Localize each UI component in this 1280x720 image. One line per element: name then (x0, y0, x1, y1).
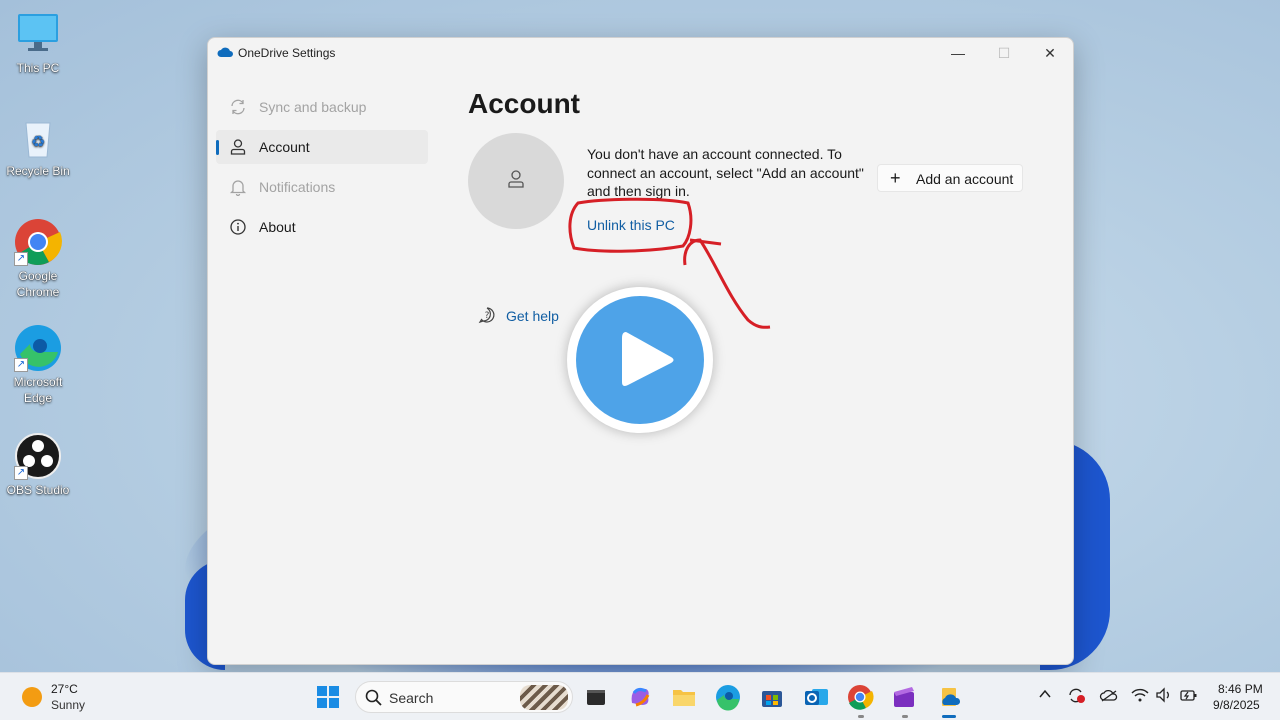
info-icon (230, 219, 246, 235)
plus-icon: + (890, 168, 901, 188)
page-title: Account (468, 88, 580, 119)
chevron-up-icon[interactable] (1038, 687, 1052, 704)
clock-time[interactable]: 8:46 PM (1218, 682, 1263, 696)
onedrive-icon[interactable] (936, 683, 964, 711)
chrome-icon[interactable] (846, 683, 874, 711)
help-icon: ? (478, 307, 495, 324)
nav-item-label: Account (259, 139, 310, 155)
battery-icon[interactable] (1180, 687, 1198, 706)
desktop-icon-label: OBS Studio (6, 483, 70, 497)
sun-icon[interactable] (22, 687, 42, 707)
settings-nav: Sync and backup Account Notifications Ab… (216, 90, 428, 250)
get-help-link[interactable]: ? Get help (478, 306, 559, 327)
edge-icon[interactable] (714, 683, 742, 711)
play-button[interactable] (567, 287, 713, 433)
onedrive-cloud-icon (217, 47, 233, 57)
taskbar: 27°C Sunny Search 8:46 PM 9/8/2025 (0, 672, 1280, 720)
active-app-indicator (942, 715, 956, 718)
title-bar[interactable]: OneDrive Settings — ☐ ✕ (208, 38, 1073, 68)
onedrive-tray-icon[interactable] (1099, 687, 1119, 706)
add-account-button[interactable]: + Add an account (877, 164, 1023, 192)
shortcut-arrow-icon: ↗ (14, 358, 28, 372)
desktop-icon-this-pc[interactable]: This PC (0, 10, 76, 76)
weather-desc[interactable]: Sunny (51, 698, 85, 712)
svg-text:?: ? (485, 311, 490, 321)
nav-item-account[interactable]: Account (216, 130, 428, 164)
obs-icon: ↗ (14, 432, 62, 480)
no-account-message: You don't have an account connected. To … (587, 146, 864, 199)
monitor-icon (14, 10, 62, 58)
sync-alert-icon[interactable] (1067, 687, 1085, 706)
running-indicator (858, 715, 864, 718)
edge-icon: ↗ (14, 324, 62, 372)
get-help-label: Get help (506, 308, 559, 324)
close-button[interactable]: ✕ (1027, 38, 1073, 68)
nav-item-label: About (259, 219, 296, 235)
desktop-icon-chrome[interactable]: ↗ Google Chrome (0, 218, 76, 300)
search-icon (365, 689, 382, 706)
start-icon[interactable] (314, 683, 342, 711)
desktop-icon-obs[interactable]: ↗ OBS Studio (0, 432, 76, 498)
maximize-button[interactable]: ☐ (981, 38, 1027, 68)
store-icon[interactable] (758, 683, 786, 711)
person-icon (230, 139, 246, 155)
nav-item-sync-and-backup[interactable]: Sync and backup (216, 90, 428, 124)
recycle-bin-icon: ♻ (14, 113, 62, 161)
desktop-icon-label: Microsoft Edge (13, 375, 63, 405)
taskbar-search[interactable]: Search (355, 681, 573, 713)
desktop-icon-label: Recycle Bin (6, 164, 70, 178)
shortcut-arrow-icon: ↗ (14, 466, 28, 480)
running-indicator (902, 715, 908, 718)
window-title: OneDrive Settings (238, 46, 336, 60)
volume-icon[interactable] (1155, 687, 1173, 706)
bell-icon (229, 180, 247, 196)
chrome-icon: ↗ (14, 218, 62, 266)
person-icon (508, 170, 524, 188)
sync-icon (231, 99, 245, 115)
shortcut-arrow-icon: ↗ (14, 252, 28, 266)
unlink-this-pc-link[interactable]: Unlink this PC (587, 217, 675, 233)
add-account-label: Add an account (916, 171, 1014, 187)
copilot-icon[interactable] (626, 683, 654, 711)
desktop-icon-label: This PC (16, 61, 60, 75)
search-label: Search (389, 690, 434, 706)
search-highlight-image (520, 685, 568, 710)
desktop-icon-label: Google Chrome (16, 269, 60, 299)
nav-item-label: Sync and backup (259, 99, 367, 115)
svg-text:♻: ♻ (31, 132, 45, 151)
clipchamp-icon[interactable] (890, 683, 918, 711)
play-icon (576, 296, 704, 424)
minimize-button[interactable]: — (935, 38, 981, 68)
nav-item-notifications[interactable]: Notifications (216, 170, 428, 204)
outlook-icon[interactable] (802, 683, 830, 711)
weather-temp[interactable]: 27°C (51, 682, 78, 696)
desktop-icon-edge[interactable]: ↗ Microsoft Edge (0, 324, 76, 406)
clock-date[interactable]: 9/8/2025 (1213, 698, 1260, 712)
terminal-icon[interactable] (582, 683, 610, 711)
nav-item-about[interactable]: About (216, 210, 428, 244)
wifi-icon[interactable] (1131, 687, 1149, 706)
avatar (468, 133, 564, 229)
desktop-icon-recycle-bin[interactable]: ♻ Recycle Bin (0, 113, 76, 179)
nav-item-label: Notifications (259, 179, 336, 195)
active-indicator (216, 140, 219, 155)
file-explorer-icon[interactable] (670, 683, 698, 711)
